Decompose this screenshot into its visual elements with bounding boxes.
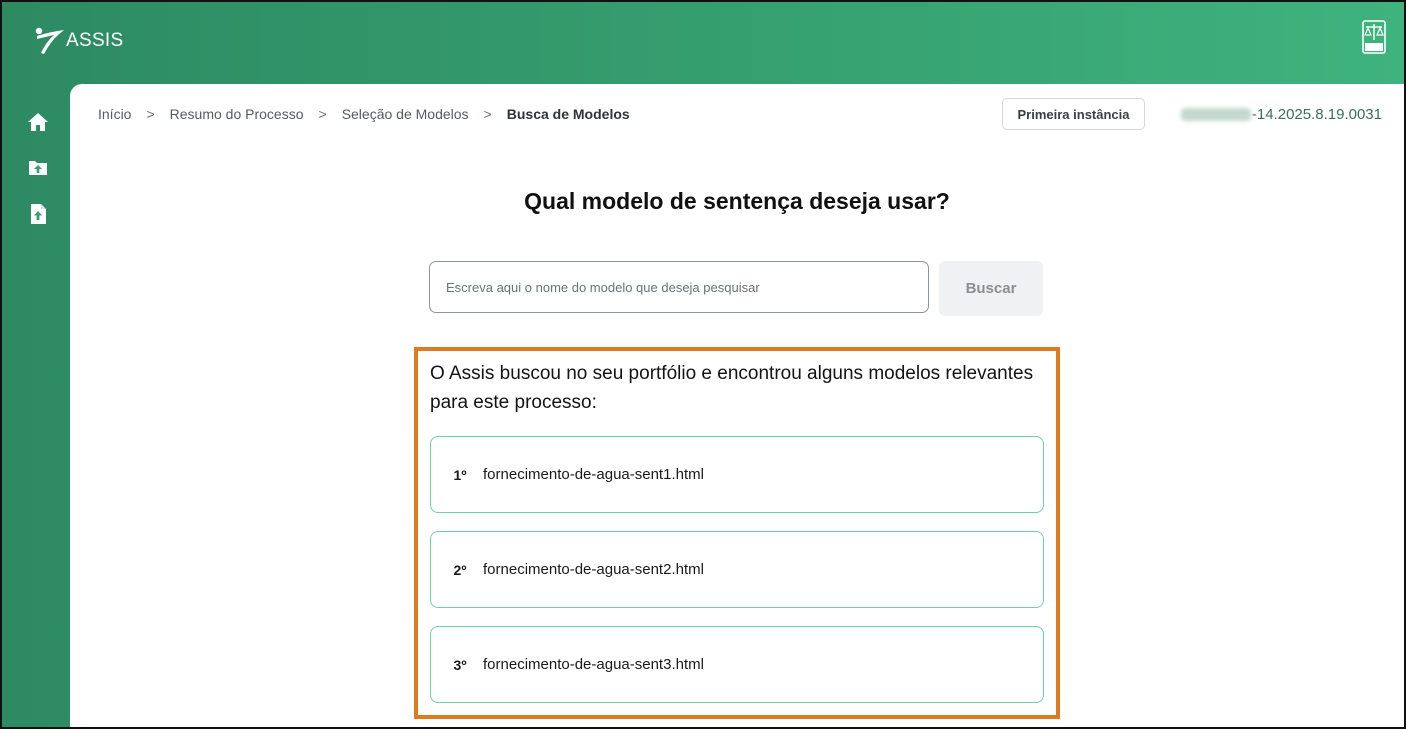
model-rank: 1º	[453, 466, 467, 483]
pjerj-seal-icon	[1362, 20, 1386, 54]
breadcrumb-item-busca-de-modelos: Busca de Modelos	[506, 106, 630, 122]
model-card[interactable]: 2º fornecimento-de-agua-sent2.html	[430, 531, 1044, 608]
page-title: Qual modelo de sentença deseja usar?	[524, 188, 950, 214]
process-number: -14.2025.8.19.0031	[1180, 106, 1382, 123]
search-input[interactable]	[429, 261, 929, 313]
breadcrumb-separator: >	[146, 106, 155, 122]
assis-logo-icon	[35, 27, 64, 54]
redacted-process-prefix	[1180, 108, 1251, 121]
model-name: fornecimento-de-agua-sent1.html	[483, 466, 704, 483]
app-name: ASSIS	[66, 30, 124, 51]
assis-logo[interactable]: ASSIS	[34, 26, 123, 56]
instance-button[interactable]: Primeira instância	[1002, 98, 1145, 130]
main-content: Início > Resumo do Processo > Seleção de…	[70, 84, 1404, 727]
top-bar: ASSIS	[2, 2, 1404, 84]
home-icon[interactable]	[26, 110, 50, 134]
folder-upload-icon[interactable]	[26, 156, 50, 180]
model-rank: 3º	[453, 656, 467, 673]
results-intro: O Assis buscou no seu portfólio e encont…	[430, 363, 1034, 413]
model-card[interactable]: 3º fornecimento-de-agua-sent3.html	[430, 626, 1044, 703]
results-panel: O Assis buscou no seu portfólio e encont…	[414, 347, 1060, 719]
model-name: fornecimento-de-agua-sent2.html	[483, 561, 704, 578]
process-number-suffix: -14.2025.8.19.0031	[1251, 106, 1382, 123]
breadcrumb-item-inicio[interactable]: Início	[98, 106, 131, 122]
model-rank: 2º	[453, 561, 467, 578]
app-window: ASSIS Início > Resumo do Processo > Sele…	[0, 0, 1406, 729]
model-card[interactable]: 1º fornecimento-de-agua-sent1.html	[430, 436, 1044, 513]
breadcrumb-separator: >	[483, 106, 492, 122]
breadcrumb: Início > Resumo do Processo > Seleção de…	[98, 106, 630, 122]
file-upload-icon[interactable]	[26, 202, 50, 226]
model-name: fornecimento-de-agua-sent3.html	[483, 656, 704, 673]
sidebar	[2, 84, 70, 727]
breadcrumb-separator: >	[318, 106, 327, 122]
breadcrumb-item-selecao-de-modelos[interactable]: Seleção de Modelos	[342, 106, 469, 122]
breadcrumb-item-resumo-do-processo[interactable]: Resumo do Processo	[170, 106, 304, 122]
search-button[interactable]: Buscar	[939, 261, 1043, 316]
